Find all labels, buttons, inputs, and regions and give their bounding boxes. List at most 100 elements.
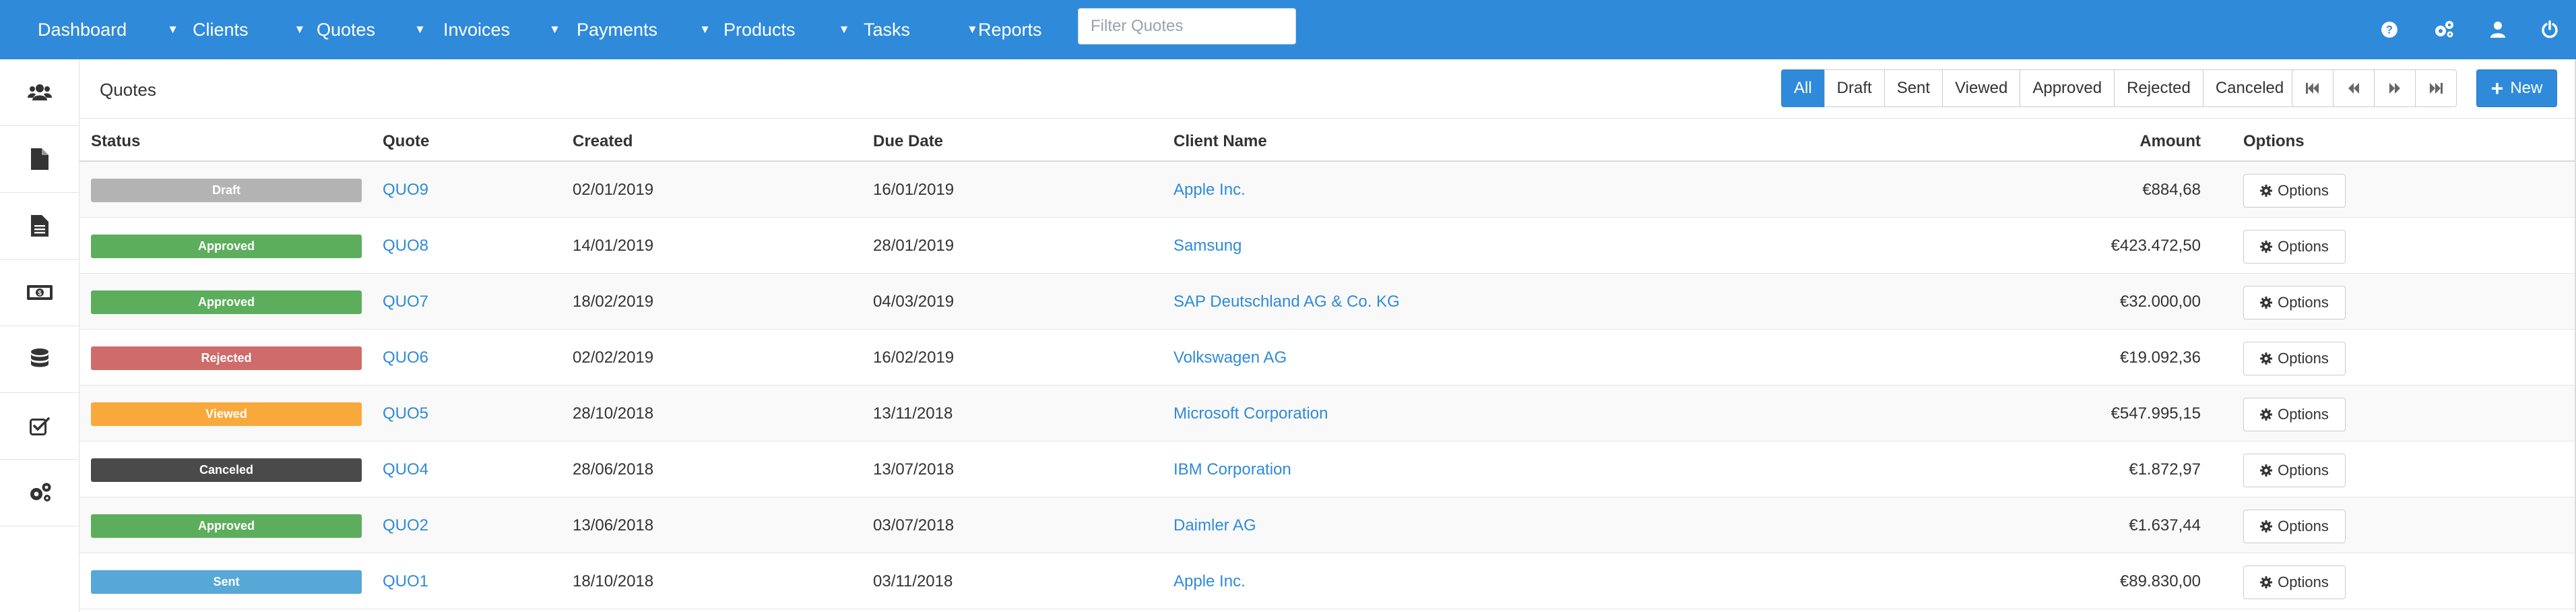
quote-number-link[interactable]: QUO2 [383, 516, 428, 535]
column-status[interactable]: Status [91, 132, 140, 151]
nav-item-reports[interactable]: Reports [978, 0, 1042, 59]
nav-item-tasks[interactable]: Tasks ▼ [864, 0, 978, 59]
sidebar-item-clients[interactable] [0, 59, 79, 126]
due-date: 03/11/2018 [873, 572, 953, 590]
created-date: 18/02/2019 [573, 293, 654, 311]
sidebar-item-settings[interactable] [0, 460, 79, 526]
created-date: 28/10/2018 [573, 404, 654, 423]
options-label: Options [2278, 294, 2329, 311]
main-panel: Quotes All Draft Sent Viewed Approved Re… [79, 59, 2576, 612]
column-created[interactable]: Created [573, 132, 633, 151]
quote-number-link[interactable]: QUO7 [383, 293, 428, 311]
options-button[interactable]: Options [2243, 565, 2346, 599]
table-row: Canceled QUO4 28/06/2018 13/07/2018 IBM Corp… [79, 441, 2575, 497]
quote-number-link[interactable]: QUO5 [383, 404, 428, 423]
client-name-link[interactable]: Apple Inc. [1173, 572, 1246, 591]
column-client-name[interactable]: Client Name [1173, 132, 1267, 151]
column-amount[interactable]: Amount [2139, 132, 2201, 151]
settings-gears-icon[interactable] [2433, 20, 2455, 39]
database-icon [30, 348, 49, 367]
client-name-link[interactable]: Microsoft Corporation [1173, 404, 1328, 423]
quote-number-link[interactable]: QUO6 [383, 348, 428, 367]
cog-icon [2260, 464, 2273, 477]
caret-down-icon[interactable]: ▼ [699, 23, 711, 36]
caret-down-icon[interactable]: ▼ [167, 23, 179, 36]
nav-item-invoices[interactable]: Invoices ▼ [443, 0, 560, 59]
nav-item-quotes[interactable]: Quotes ▼ [317, 0, 426, 59]
options-button[interactable]: Options [2243, 510, 2346, 543]
file-icon [30, 148, 49, 170]
sidebar-item-invoices[interactable] [0, 193, 79, 259]
sidebar-item-tasks[interactable] [0, 393, 79, 460]
sidebar-item-payments[interactable]: $ [0, 259, 79, 326]
caret-down-icon[interactable]: ▼ [967, 23, 978, 36]
nav-item-dashboard[interactable]: Dashboard ▼ [38, 0, 179, 59]
next-page-button[interactable] [2374, 69, 2416, 107]
created-date: 18/10/2018 [573, 572, 654, 590]
filter-sent-button[interactable]: Sent [1883, 69, 1943, 107]
client-name-link[interactable]: Volkswagen AG [1173, 348, 1287, 367]
options-label: Options [2278, 406, 2329, 423]
sidebar-item-products[interactable] [0, 326, 79, 393]
options-button[interactable]: Options [2243, 174, 2346, 208]
status-badge: Approved [91, 514, 362, 538]
help-icon[interactable]: ? [2381, 21, 2398, 38]
table-body: Draft QUO9 02/01/2019 16/01/2019 Apple Inc. €… [79, 162, 2575, 609]
table-row: Approved QUO8 14/01/2019 28/01/2019 Samsung €… [79, 218, 2575, 274]
options-button[interactable]: Options [2243, 398, 2346, 431]
users-icon [27, 84, 52, 100]
nav-label: Payments [577, 19, 658, 40]
due-date: 03/07/2018 [873, 516, 955, 534]
filter-approved-button[interactable]: Approved [2020, 69, 2115, 107]
prev-page-button[interactable] [2333, 69, 2375, 107]
options-label: Options [2278, 238, 2329, 255]
filter-rejected-button[interactable]: Rejected [2114, 69, 2203, 107]
created-date: 28/06/2018 [573, 460, 654, 479]
filter-draft-button[interactable]: Draft [1824, 69, 1885, 107]
new-quote-button[interactable]: + New [2476, 69, 2557, 107]
nav-label: Products [723, 19, 796, 40]
status-badge: Approved [91, 235, 362, 258]
quote-number-link[interactable]: QUO4 [383, 460, 428, 479]
nav-label: Tasks [864, 19, 911, 40]
filter-canceled-button[interactable]: Canceled [2202, 69, 2297, 107]
filter-all-button[interactable]: All [1781, 69, 1825, 107]
client-name-link[interactable]: Samsung [1173, 237, 1242, 255]
last-page-button[interactable] [2415, 69, 2457, 107]
filter-viewed-button[interactable]: Viewed [1942, 69, 2021, 107]
column-quote[interactable]: Quote [383, 132, 429, 151]
options-button[interactable]: Options [2243, 454, 2346, 487]
cog-icon [2260, 185, 2273, 197]
caret-down-icon[interactable]: ▼ [294, 23, 306, 36]
quote-number-link[interactable]: QUO8 [383, 237, 428, 255]
top-navbar: Dashboard ▼ Clients ▼ Quotes ▼ Invoices … [0, 0, 2576, 59]
quote-number-link[interactable]: QUO9 [383, 181, 428, 200]
caret-down-icon[interactable]: ▼ [549, 23, 560, 36]
options-button[interactable]: Options [2243, 342, 2346, 375]
options-button[interactable]: Options [2243, 286, 2346, 319]
status-badge: Rejected [91, 346, 362, 370]
client-name-link[interactable]: Apple Inc. [1173, 181, 1246, 200]
status-badge: Canceled [91, 458, 362, 482]
caret-down-icon[interactable]: ▼ [839, 23, 850, 36]
nav-item-clients[interactable]: Clients ▼ [193, 0, 305, 59]
client-name-link[interactable]: SAP Deutschland AG & Co. KG [1173, 293, 1400, 311]
status-badge: Approved [91, 290, 362, 314]
nav-item-payments[interactable]: Payments ▼ [577, 0, 711, 59]
options-button[interactable]: Options [2243, 230, 2346, 264]
user-icon[interactable] [2490, 21, 2506, 38]
first-page-button[interactable] [2292, 69, 2333, 107]
status-badge: Viewed [91, 402, 362, 426]
created-date: 02/01/2019 [573, 181, 654, 199]
sidebar-item-quotes[interactable] [0, 126, 79, 193]
quote-number-link[interactable]: QUO1 [383, 572, 428, 591]
nav-item-products[interactable]: Products ▼ [723, 0, 849, 59]
column-due-date[interactable]: Due Date [873, 132, 943, 151]
client-name-link[interactable]: Daimler AG [1173, 516, 1256, 535]
cog-icon [2260, 353, 2273, 365]
client-name-link[interactable]: IBM Corporation [1173, 460, 1291, 479]
filter-quotes-input[interactable] [1078, 8, 1296, 44]
power-icon[interactable] [2541, 20, 2558, 39]
caret-down-icon[interactable]: ▼ [414, 23, 426, 36]
step-forward-icon [2430, 83, 2443, 94]
